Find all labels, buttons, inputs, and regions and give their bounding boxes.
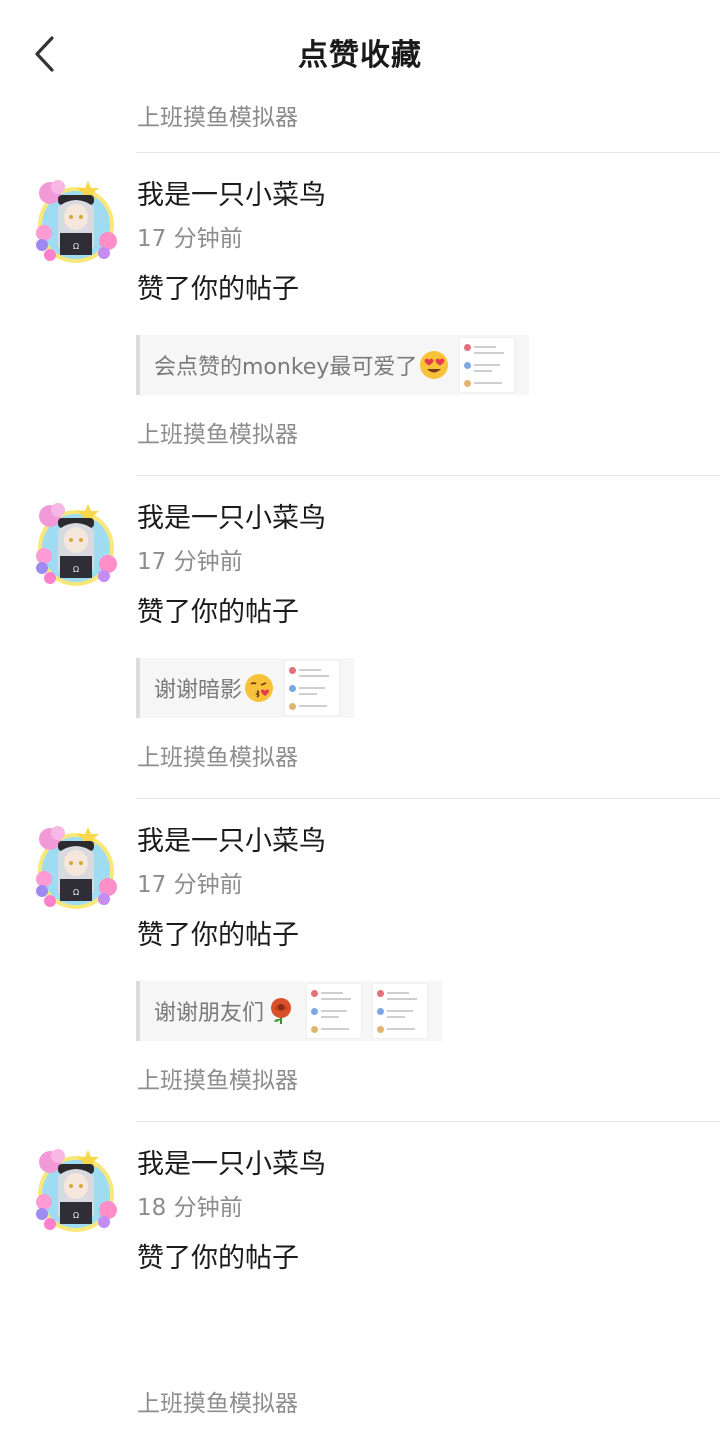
post-thumbnail[interactable]	[459, 337, 516, 393]
post-thumbnail[interactable]	[284, 660, 341, 716]
source-board[interactable]: 上班摸鱼模拟器	[137, 738, 298, 772]
quoted-post[interactable]: 谢谢暗影	[136, 658, 355, 718]
quoted-post-text: 会点赞的monkey最可爱了	[154, 355, 418, 380]
svg-text:Ω: Ω	[73, 242, 79, 251]
post-thumbnail[interactable]	[372, 983, 429, 1039]
notification-item[interactable]: Ω 我是一只小菜鸟 17 分钟前赞了你的帖子谢谢朋友们上班摸鱼模拟器	[0, 799, 720, 1121]
svg-text:Ω: Ω	[73, 565, 79, 574]
action-text: 赞了你的帖子	[137, 274, 299, 305]
quoted-post-text: 谢谢朋友们	[154, 1001, 265, 1026]
source-board[interactable]: 上班摸鱼模拟器	[137, 415, 298, 449]
user-name[interactable]: 我是一只小菜鸟	[137, 173, 326, 212]
quoted-post-text: 谢谢暗影	[154, 678, 243, 703]
source-board[interactable]: 上班摸鱼模拟器	[137, 1061, 298, 1095]
notification-item[interactable]: Ω 我是一只小菜鸟 17 分钟前赞了你的帖子会点赞的monkey最可爱了上班摸鱼模拟…	[0, 153, 720, 475]
source-board[interactable]: 上班摸鱼模拟器	[137, 1384, 298, 1418]
user-avatar[interactable]: Ω	[28, 173, 124, 269]
quoted-post[interactable]: 谢谢朋友们	[136, 981, 443, 1041]
svg-text:Ω: Ω	[73, 888, 79, 897]
action-text: 赞了你的帖子	[137, 920, 299, 951]
user-avatar[interactable]: Ω	[28, 1142, 124, 1238]
user-name[interactable]: 我是一只小菜鸟	[137, 1142, 326, 1181]
timestamp: 17 分钟前	[137, 549, 243, 575]
timestamp: 18 分钟前	[137, 1195, 243, 1221]
kiss-emoji-icon	[245, 674, 274, 702]
post-thumbnail[interactable]	[306, 983, 363, 1039]
svg-text:Ω: Ω	[73, 1211, 79, 1220]
rose-emoji-icon	[271, 998, 292, 1024]
timestamp: 17 分钟前	[137, 872, 243, 898]
page-title: 点赞收藏	[298, 38, 422, 73]
user-name[interactable]: 我是一只小菜鸟	[137, 819, 326, 858]
user-avatar[interactable]: Ω	[28, 496, 124, 592]
heart-eyes-emoji-icon	[420, 351, 449, 379]
timestamp: 17 分钟前	[137, 226, 243, 252]
user-name[interactable]: 我是一只小菜鸟	[137, 496, 326, 535]
quoted-post[interactable]: 会点赞的monkey最可爱了	[136, 335, 530, 395]
action-text: 赞了你的帖子	[137, 597, 299, 628]
action-text: 赞了你的帖子	[137, 1243, 299, 1274]
notification-item[interactable]: Ω 我是一只小菜鸟 17 分钟前赞了你的帖子谢谢暗影上班摸鱼模拟器	[0, 476, 720, 798]
top-bar: 点赞收藏	[0, 0, 720, 105]
notification-item[interactable]: Ω 我是一只小菜鸟 18 分钟前赞了你的帖子 上班摸鱼模拟器	[0, 1122, 720, 1444]
user-avatar[interactable]: Ω	[28, 819, 124, 915]
